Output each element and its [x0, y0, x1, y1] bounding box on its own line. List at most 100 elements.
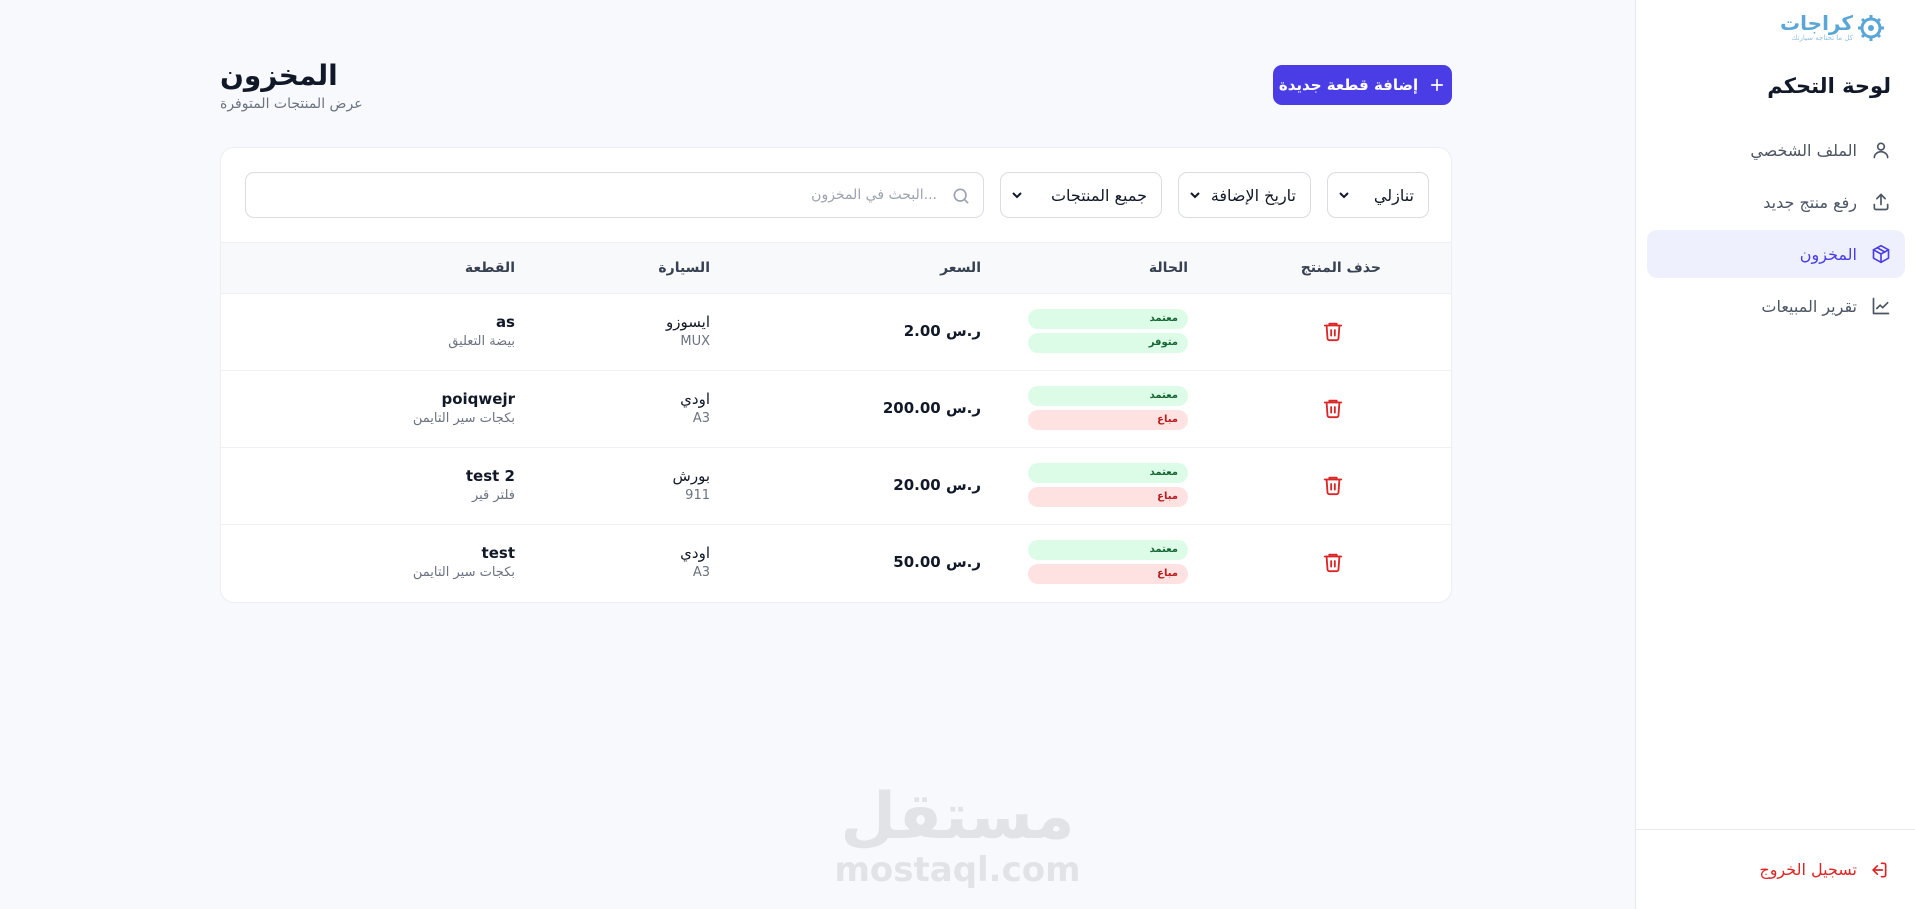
part-category: بيضة التعليق — [448, 334, 515, 349]
watermark: مستقل mostaql.com — [834, 780, 1080, 888]
trash-icon — [1323, 553, 1343, 573]
search-box — [245, 172, 984, 218]
gear-logo-icon — [1858, 14, 1884, 41]
availability-badge: مباع — [1028, 487, 1188, 507]
table-row: test 2 فلتر قير بورش 911 ر.س 20.00 معتمد… — [221, 448, 1451, 525]
logout-label: تسجيل الخروج — [1759, 860, 1857, 879]
table-body: as بيضة التعليق ايسوزو MUX ر.س 2.00 معتم… — [221, 294, 1451, 602]
watermark-latin: mostaql.com — [834, 850, 1081, 890]
approval-badge: معتمد — [1028, 540, 1188, 560]
trash-icon — [1323, 476, 1343, 496]
availability-badge: متوفر — [1028, 333, 1188, 353]
availability-badge: مباع — [1028, 410, 1188, 430]
delete-product-button[interactable] — [1320, 320, 1344, 344]
part-name: poiqwejr — [441, 390, 516, 408]
filters-bar: جميع المنتجات تاريخ الإضافة تنازلي — [245, 172, 1429, 218]
trash-icon — [1323, 322, 1343, 342]
dashboard-title: لوحة التحكم — [1767, 74, 1891, 98]
search-input[interactable] — [246, 173, 983, 217]
chevron-down-icon — [1012, 192, 1022, 199]
chevron-down-icon — [1190, 192, 1200, 199]
column-header-status: الحالة — [1148, 260, 1188, 276]
chevron-down-icon — [1339, 192, 1349, 199]
part-name: test — [481, 544, 515, 562]
column-header-car: السيارة — [658, 260, 710, 276]
inventory-card: جميع المنتجات تاريخ الإضافة تنازلي القطع… — [220, 147, 1452, 603]
sidebar-item-label: تقرير المبيعات — [1761, 296, 1857, 316]
table-header: القطعة السيارة السعر الحالة حذف المنتج — [221, 242, 1451, 294]
delete-product-button[interactable] — [1320, 551, 1344, 575]
status-cell: معتمد مباع — [1028, 386, 1188, 434]
price-cell: ر.س 2.00 — [903, 322, 981, 340]
watermark-arabic: مستقل — [840, 780, 1075, 854]
part-name: test 2 — [465, 467, 515, 485]
car-model: A3 — [692, 411, 710, 426]
logout-button[interactable]: تسجيل الخروج — [1635, 829, 1915, 909]
sidebar-item-sales-report[interactable]: تقرير المبيعات — [1647, 282, 1905, 330]
part-category: بكجات سير التايمن — [412, 565, 515, 580]
user-icon — [1873, 142, 1889, 159]
part-category: فلتر قير — [471, 488, 515, 503]
part-name: as — [495, 313, 515, 331]
search-icon — [953, 188, 969, 204]
car-model: MUX — [680, 334, 710, 349]
order-value: تنازلي — [1373, 185, 1414, 205]
chart-line-icon — [1872, 297, 1890, 315]
logo-name: كراجات — [1780, 11, 1853, 35]
price-cell: ر.س 20.00 — [893, 476, 981, 494]
date-sort-value: تاريخ الإضافة — [1210, 185, 1296, 205]
sidebar-item-inventory[interactable]: المخزون — [1647, 230, 1905, 278]
approval-badge: معتمد — [1028, 386, 1188, 406]
sidebar: كراجات كل ما تحتاجه سيارتك لوحة التحكم ا… — [1635, 0, 1915, 909]
sidebar-item-upload[interactable]: رفع منتج جديد — [1647, 178, 1905, 226]
part-cell: poiqwejr بكجات سير التايمن — [413, 389, 515, 429]
brand-logo[interactable]: كراجات كل ما تحتاجه سيارتك — [1780, 12, 1885, 43]
delete-product-button[interactable] — [1320, 397, 1344, 421]
box-icon — [1872, 244, 1890, 264]
upload-icon — [1873, 193, 1889, 211]
add-part-button[interactable]: إضافة قطعة جديدة — [1273, 65, 1452, 105]
sidebar-item-profile[interactable]: الملف الشخصي — [1647, 126, 1905, 174]
logout-icon — [1872, 862, 1887, 877]
car-cell: اودي A3 — [680, 389, 710, 429]
car-cell: بورش 911 — [673, 466, 710, 506]
table-row: test بكجات سير التايمن اودي A3 ر.س 50.00… — [221, 525, 1451, 602]
car-make: بورش — [672, 467, 710, 485]
price-cell: ر.س 200.00 — [882, 399, 981, 417]
status-cell: معتمد مباع — [1028, 540, 1188, 588]
order-select[interactable]: تنازلي — [1327, 172, 1429, 218]
car-cell: ايسوزو MUX — [666, 312, 710, 352]
column-header-price: السعر — [940, 260, 981, 276]
availability-badge: مباع — [1028, 564, 1188, 584]
add-part-label: إضافة قطعة جديدة — [1278, 76, 1419, 94]
car-make: اودي — [680, 544, 710, 562]
part-category: بكجات سير التايمن — [412, 411, 515, 426]
approval-badge: معتمد — [1028, 309, 1188, 329]
car-make: اودي — [680, 390, 710, 408]
car-cell: اودي A3 — [680, 543, 710, 583]
price-cell: ر.س 50.00 — [893, 553, 981, 571]
column-header-delete: حذف المنتج — [1300, 260, 1381, 276]
status-cell: معتمد متوفر — [1028, 309, 1188, 357]
status-cell: معتمد مباع — [1028, 463, 1188, 511]
part-cell: test 2 فلتر قير — [466, 466, 515, 506]
date-sort-select[interactable]: تاريخ الإضافة — [1178, 172, 1311, 218]
products-filter-select[interactable]: جميع المنتجات — [1000, 172, 1162, 218]
products-filter-value: جميع المنتجات — [1050, 185, 1147, 205]
table-row: poiqwejr بكجات سير التايمن اودي A3 ر.س 2… — [221, 371, 1451, 448]
plus-icon — [1431, 78, 1444, 92]
page-header: المخزون عرض المنتجات المتوفرة — [220, 58, 363, 112]
table-row: as بيضة التعليق ايسوزو MUX ر.س 2.00 معتم… — [221, 294, 1451, 371]
car-model: A3 — [692, 565, 710, 580]
delete-product-button[interactable] — [1320, 474, 1344, 498]
part-cell: test بكجات سير التايمن — [413, 543, 515, 583]
sidebar-nav: الملف الشخصي رفع منتج جديد المخزون تقرير… — [1647, 126, 1905, 334]
sidebar-item-label: رفع منتج جديد — [1763, 192, 1857, 212]
trash-icon — [1323, 399, 1343, 419]
sidebar-item-label: المخزون — [1799, 244, 1857, 264]
car-make: ايسوزو — [666, 313, 710, 331]
part-cell: as بيضة التعليق — [448, 312, 515, 352]
logo-tagline: كل ما تحتاجه سيارتك — [1791, 34, 1853, 42]
column-header-part: القطعة — [464, 260, 515, 276]
car-model: 911 — [685, 488, 710, 503]
